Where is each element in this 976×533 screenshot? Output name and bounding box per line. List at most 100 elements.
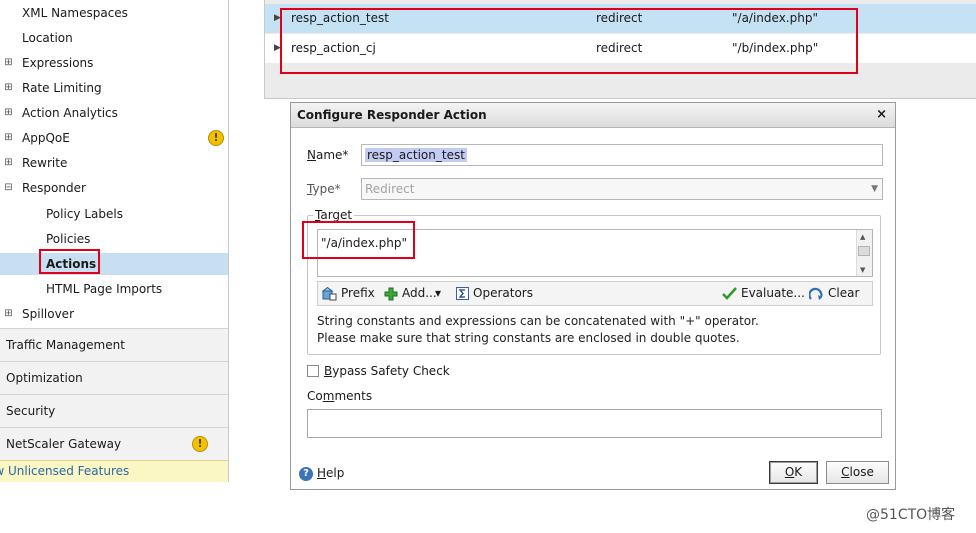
nav-item-xml-namespaces[interactable]: XML Namespaces (0, 2, 228, 24)
hint-double-quotes: Please make sure that string constants a… (317, 331, 740, 345)
expression-toolbar: Prefix Add... ▾ Operators Evaluate... Cl… (317, 281, 873, 306)
expand-plus-icon[interactable]: ⊞ (4, 133, 13, 143)
nav-item-spillover[interactable]: ⊞ Spillover (0, 303, 228, 325)
nav-section-traffic-management[interactable]: Traffic Management (0, 328, 228, 361)
bypass-safety-check-checkbox[interactable] (307, 365, 319, 377)
nav-section-security[interactable]: Security (0, 394, 228, 427)
add-dropdown-button[interactable]: ▾ (435, 282, 441, 305)
add-button[interactable]: Add... (384, 282, 437, 305)
ok-accesskey: O (784, 465, 795, 479)
nav-item-action-analytics[interactable]: ⊞ Action Analytics (0, 102, 228, 124)
expand-plus-icon[interactable]: ⊞ (4, 108, 13, 118)
prefix-label: Prefix (341, 286, 375, 300)
comments-label-start: Co (307, 389, 323, 403)
nav-item-location[interactable]: Location (0, 27, 228, 49)
evaluate-button[interactable]: Evaluate... (722, 282, 805, 305)
nav-section-optimization[interactable]: Optimization (0, 361, 228, 394)
bypass-label-accesskey: B (324, 364, 333, 378)
nav-item-expressions[interactable]: ⊞ Expressions (0, 52, 228, 74)
name-label-text: ame* (315, 148, 349, 162)
clear-button[interactable]: Clear (809, 282, 859, 305)
type-select-value: Redirect (365, 182, 415, 196)
action-name-cell: resp_action_cj (291, 41, 376, 55)
nav-item-responder[interactable]: ⊟ Responder (0, 177, 228, 199)
close-accesskey: C (841, 465, 850, 479)
help-icon: ? (299, 466, 313, 481)
prefix-button[interactable]: Prefix (322, 282, 375, 305)
bypass-label-text: ypass Safety Check (332, 364, 450, 378)
show-unlicensed-features-link[interactable]: ow Unlicensed Features (0, 460, 228, 482)
scroll-up-icon[interactable]: ▲ (860, 233, 865, 241)
help-label-text: elp (326, 466, 345, 480)
nav-item-label: Spillover (22, 307, 74, 321)
target-expression-value: "/a/index.php" (321, 236, 407, 250)
target-label: Target (313, 208, 355, 222)
warning-icon: ! (208, 130, 224, 146)
nav-section-label: Security (6, 404, 56, 418)
row-arrow-icon: ▶ (274, 13, 281, 23)
add-icon (384, 287, 398, 300)
action-type-cell: redirect (596, 41, 643, 55)
expand-plus-icon[interactable]: ⊞ (4, 309, 13, 319)
nav-item-actions[interactable]: Actions (0, 253, 228, 275)
table-row[interactable]: ▶ resp_action_test redirect "/a/index.ph… (265, 4, 976, 33)
name-input[interactable]: resp_action_test (361, 144, 883, 166)
evaluate-label: Evaluate... (741, 286, 805, 300)
name-label-accesskey: N (307, 148, 316, 162)
nav-item-appqoe[interactable]: ⊞ AppQoE ! (0, 127, 228, 149)
link-label: ow Unlicensed Features (0, 464, 130, 478)
nav-item-rewrite[interactable]: ⊞ Rewrite (0, 152, 228, 174)
ok-button[interactable]: OK (769, 461, 818, 484)
checkmark-icon (722, 287, 737, 300)
expand-plus-icon[interactable]: ⊞ (4, 58, 13, 68)
type-select[interactable]: Redirect ▼ (361, 178, 883, 200)
hint-concatenation: String constants and expressions can be … (317, 314, 759, 328)
nav-item-html-page-imports[interactable]: HTML Page Imports (0, 278, 228, 300)
comments-input[interactable] (307, 409, 882, 438)
ok-label: K (794, 465, 803, 479)
nav-item-label: Action Analytics (22, 106, 118, 120)
comments-label-accesskey: m (322, 389, 335, 403)
close-icon[interactable]: × (876, 103, 887, 127)
bypass-safety-check-label[interactable]: Bypass Safety Check (324, 364, 450, 378)
type-label-text: ype* (312, 182, 341, 196)
collapse-minus-icon[interactable]: ⊟ (4, 183, 13, 193)
scroll-down-icon[interactable]: ▼ (860, 266, 865, 274)
expand-plus-icon[interactable]: ⊞ (4, 158, 13, 168)
help-link[interactable]: ? Help (299, 464, 344, 482)
nav-item-label: Rewrite (22, 156, 68, 170)
table-row[interactable]: ▶ resp_action_cj redirect "/b/index.php" (265, 34, 976, 63)
close-button[interactable]: Close (826, 461, 889, 484)
name-label: Name* (307, 148, 348, 162)
expand-plus-icon[interactable]: ⊞ (4, 83, 13, 93)
nav-item-label: Actions (46, 257, 97, 271)
nav-section-netscaler-gateway[interactable]: NetScaler Gateway ! (0, 427, 228, 460)
nav-item-label: HTML Page Imports (46, 282, 163, 296)
watermark: @51CTO博客 (866, 507, 956, 523)
name-input-value: resp_action_test (365, 148, 467, 162)
dialog-title-bar: Configure Responder Action × (291, 103, 895, 128)
nav-item-rate-limiting[interactable]: ⊞ Rate Limiting (0, 77, 228, 99)
warning-icon: ! (192, 436, 208, 452)
sigma-icon (456, 287, 469, 300)
comments-label: Comments (307, 389, 372, 403)
target-expression-input[interactable]: "/a/index.php" ▲ ▼ (317, 229, 873, 277)
help-label-accesskey: H (317, 466, 327, 480)
scroll-thumb[interactable] (858, 246, 870, 256)
navigation-pane: XML Namespaces Location ⊞ Expressions ⊞ … (0, 0, 229, 482)
nav-item-policy-labels[interactable]: Policy Labels (0, 203, 228, 225)
clear-icon (809, 287, 823, 300)
expression-scrollbar[interactable]: ▲ ▼ (856, 230, 872, 276)
target-label-text: arget (320, 208, 353, 222)
operators-button[interactable]: Operators (456, 282, 533, 305)
nav-item-label: XML Namespaces (22, 6, 128, 20)
action-target-cell: "/a/index.php" (732, 11, 818, 25)
row-arrow-icon: ▶ (274, 43, 281, 53)
action-type-cell: redirect (596, 11, 643, 25)
nav-item-label: Rate Limiting (22, 81, 102, 95)
nav-section-label: NetScaler Gateway (6, 437, 122, 451)
nav-item-label: AppQoE (22, 131, 70, 145)
nav-item-policies[interactable]: Policies (0, 228, 228, 250)
configure-responder-action-dialog: Configure Responder Action × Name* resp_… (290, 102, 896, 490)
clear-label: Clear (828, 286, 860, 300)
